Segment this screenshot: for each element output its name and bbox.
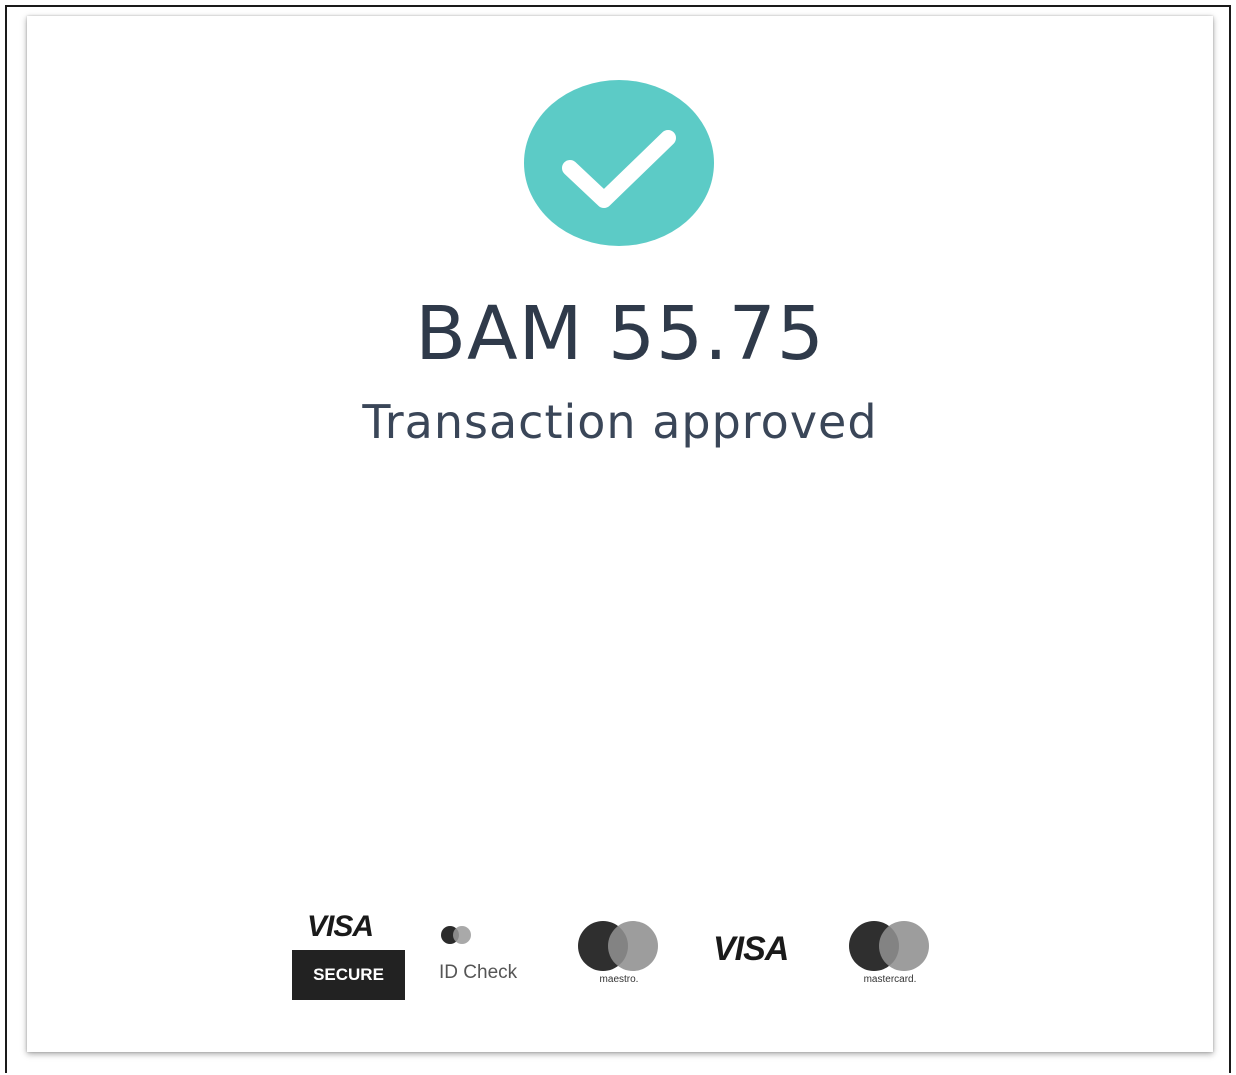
visa-secure-brand: VISA bbox=[307, 910, 374, 943]
payment-result-card: BAM 55.75 Transaction approved VISA SECU… bbox=[27, 16, 1213, 1052]
id-check-logo: ID Check bbox=[437, 922, 537, 983]
id-check-circles-icon bbox=[441, 926, 471, 944]
maestro-logo: maestro. bbox=[571, 918, 667, 994]
id-check-label: ID Check bbox=[439, 962, 518, 983]
maestro-circles-icon bbox=[578, 921, 658, 971]
visa-logo: VISA bbox=[713, 930, 789, 968]
mastercard-caption: mastercard. bbox=[863, 974, 917, 985]
payment-logos: VISA SECURE ID Check maestro. VISA maste… bbox=[27, 16, 1213, 1052]
visa-secure-logo: VISA SECURE bbox=[289, 910, 405, 1001]
visa-secure-badge: SECURE bbox=[292, 950, 405, 1000]
maestro-caption: maestro. bbox=[599, 974, 639, 985]
mastercard-logo: mastercard. bbox=[842, 918, 938, 994]
mastercard-circles-icon bbox=[849, 921, 929, 971]
